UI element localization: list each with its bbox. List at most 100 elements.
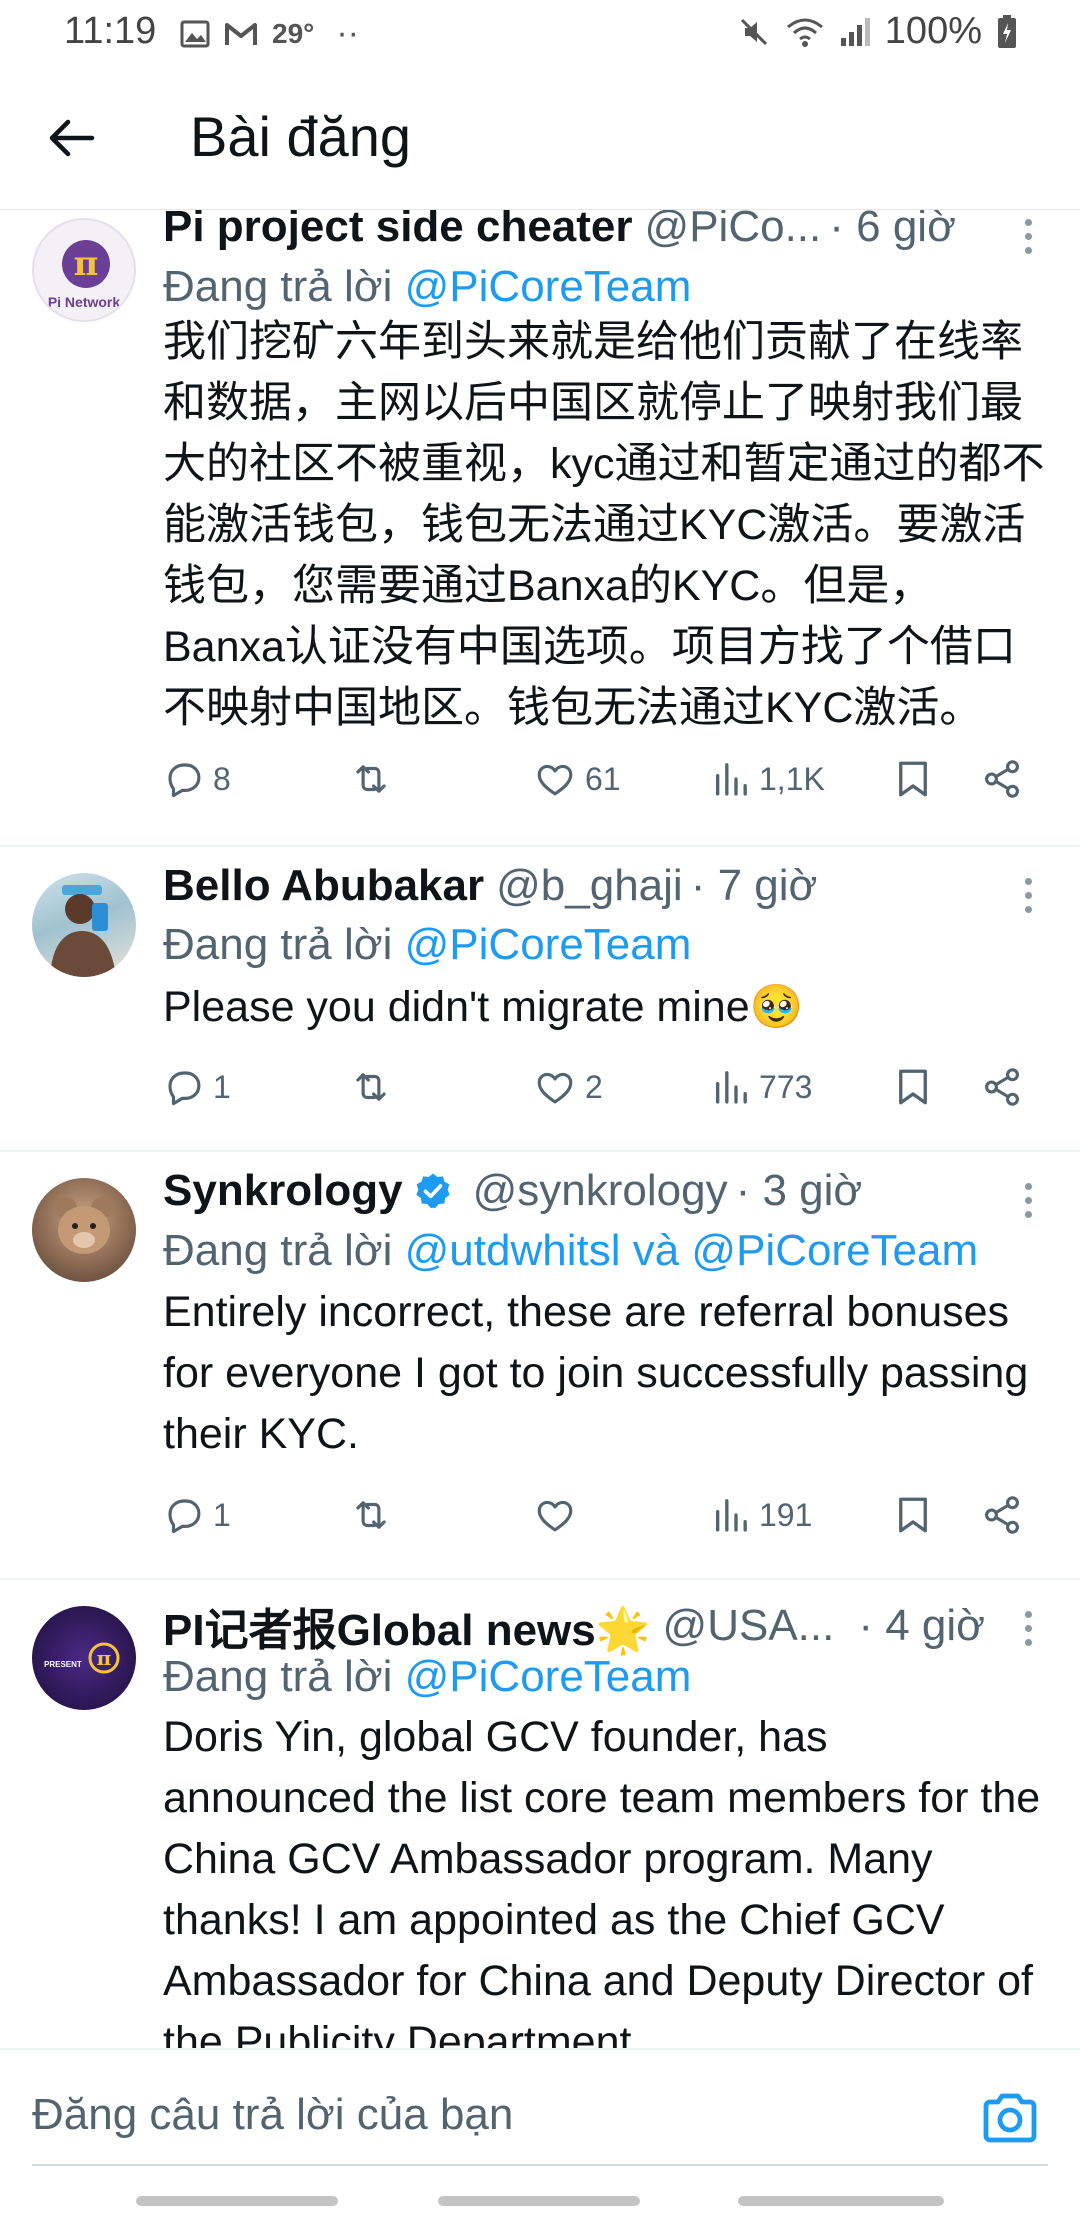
post-time: · 7 giờ <box>690 861 818 910</box>
teddy-bear-photo-icon <box>55 1197 113 1254</box>
like-icon <box>537 764 573 796</box>
mention-link[interactable]: @PiCoreTeam <box>405 262 692 311</box>
mention-link[interactable]: @PiCoreTeam <box>405 920 692 969</box>
back-button[interactable] <box>40 106 104 170</box>
reply-compose-bar: Đăng câu trả lời của bạn <box>0 2048 1080 2220</box>
status-notification-icons: 29° ·· <box>180 14 359 53</box>
more-vert-icon[interactable] <box>1016 865 1040 925</box>
avatar-label: Pi Network <box>47 294 121 310</box>
verified-badge-icon <box>415 1173 450 1209</box>
share-icon <box>985 1068 1019 1106</box>
reply-count: 1 <box>213 1068 231 1105</box>
post-header: Synkrology @synkrology · 3 giờ <box>163 1166 1040 1216</box>
views-icon <box>716 1071 747 1104</box>
more-vert-icon[interactable] <box>1016 210 1040 266</box>
nav-back-handle[interactable] <box>738 2196 944 2206</box>
share-button[interactable] <box>981 1057 1023 1117</box>
bookmark-icon <box>899 1497 927 1533</box>
camera-button[interactable] <box>980 2090 1040 2146</box>
post-text: Doris Yin, global GCV founder, has annou… <box>163 1713 1041 2048</box>
page-title: Bài đăng <box>190 105 412 168</box>
author-handle[interactable]: @synkrology <box>473 1166 728 1216</box>
more-vert-icon[interactable] <box>1016 1598 1040 1658</box>
avatar[interactable]: π Pi Network <box>32 218 136 322</box>
reply-post[interactable]: π Pi Network Pi project side cheater @Pi… <box>0 210 1080 847</box>
author-name[interactable]: PI记者报Global news🌟 <box>163 1594 651 1658</box>
author-handle[interactable]: @USA... <box>663 1601 835 1651</box>
author-name[interactable]: Bello Abubakar <box>163 861 484 911</box>
reply-post[interactable]: Bello Abubakar @b_ghaji · 7 giờ Đang trả… <box>0 847 1080 1152</box>
avatar[interactable]: π PRESENT <box>32 1606 136 1710</box>
repost-button[interactable] <box>348 749 394 809</box>
bookmark-button[interactable] <box>895 749 931 809</box>
post-header: Bello Abubakar @b_ghaji · 7 giờ <box>163 861 1040 911</box>
view-count: 1,1K <box>759 760 825 797</box>
bookmark-button[interactable] <box>895 1057 931 1117</box>
view-count: 191 <box>759 1496 813 1533</box>
author-name[interactable]: Pi project side cheater <box>163 210 633 252</box>
share-button[interactable] <box>981 1485 1023 1545</box>
post-header: Pi project side cheater @PiCo... · 6 giờ <box>163 210 1040 252</box>
battery-percent: 100% <box>884 10 982 52</box>
reply-button[interactable]: 1 <box>163 1057 231 1117</box>
repost-icon <box>356 765 386 793</box>
reply-icon <box>168 1071 201 1106</box>
reply-icon <box>168 1499 201 1534</box>
status-system-icons: 100% <box>737 10 1018 53</box>
avatar[interactable] <box>32 873 136 977</box>
like-icon <box>537 1072 573 1104</box>
more-vert-icon[interactable] <box>1016 1170 1040 1230</box>
mention-link[interactable]: @PiCoreTeam <box>405 1652 692 1701</box>
post-text: 我们挖矿六年到头来就是给他们贡献了在线率和数据，主网以后中国区就停止了映射我们最… <box>163 318 1045 732</box>
like-count: 61 <box>585 760 621 797</box>
avatar[interactable] <box>32 1178 136 1282</box>
nav-recents-handle[interactable] <box>136 2196 338 2206</box>
share-button[interactable] <box>981 749 1023 809</box>
post-time: · 6 giờ <box>829 210 956 251</box>
reply-post[interactable]: π PRESENT PI记者报Global news🌟 @USA... · 4 … <box>0 1580 1080 2048</box>
system-navigation-bar <box>0 2196 1080 2216</box>
temperature-text: 29° <box>272 17 315 49</box>
bookmark-button[interactable] <box>895 1485 931 1545</box>
reply-button[interactable]: 1 <box>163 1485 231 1545</box>
wifi-icon <box>786 18 823 47</box>
reply-post[interactable]: Synkrology @synkrology · 3 giờ Đang trả … <box>0 1152 1080 1580</box>
repost-button[interactable] <box>348 1485 394 1545</box>
signal-icon <box>840 17 870 46</box>
view-count: 773 <box>759 1068 813 1105</box>
battery-charging-icon <box>998 14 1016 48</box>
reply-input[interactable]: Đăng câu trả lời của bạn <box>32 2090 513 2140</box>
views-button[interactable]: 191 <box>711 1485 812 1545</box>
back-arrow-icon <box>49 119 95 157</box>
like-count: 2 <box>585 1068 603 1105</box>
post-actions: 1 191 <box>163 1485 1050 1545</box>
post-text: Please you didn't migrate mine🥹 <box>163 983 804 1031</box>
repost-button[interactable] <box>348 1057 394 1117</box>
like-button[interactable] <box>533 1485 585 1545</box>
nav-home-handle[interactable] <box>438 2196 640 2206</box>
bookmark-icon <box>899 761 927 797</box>
views-icon <box>716 1499 747 1532</box>
more-notifications-dots: ·· <box>336 14 359 52</box>
replies-feed[interactable]: π Pi Network Pi project side cheater @Pi… <box>0 210 1080 2048</box>
input-underline <box>32 2164 1048 2166</box>
replying-to: Đang trả lời @PiCoreTeam <box>163 1652 691 1702</box>
camera-icon <box>983 2093 1037 2143</box>
author-name[interactable]: Synkrology <box>163 1166 403 1216</box>
top-app-bar: Bài đăng <box>0 66 1080 210</box>
author-handle[interactable]: @PiCo... <box>645 210 822 252</box>
mute-icon <box>740 18 767 45</box>
replying-to-prefix: Đang trả lời <box>163 1226 405 1275</box>
user-photo-icon <box>50 885 116 977</box>
views-button[interactable]: 773 <box>711 1057 812 1117</box>
post-actions: 1 2 773 <box>163 1057 1050 1117</box>
like-button[interactable]: 2 <box>533 1057 603 1117</box>
mention-link[interactable]: @utdwhitsl và @PiCoreTeam <box>405 1226 979 1275</box>
status-time: 11:19 <box>64 10 157 52</box>
replying-to-prefix: Đang trả lời <box>163 262 405 311</box>
like-button[interactable]: 61 <box>533 749 621 809</box>
reply-count: 1 <box>213 1496 231 1533</box>
views-button[interactable]: 1,1K <box>711 749 825 809</box>
reply-button[interactable]: 8 <box>163 749 231 809</box>
author-handle[interactable]: @b_ghaji <box>496 861 683 911</box>
